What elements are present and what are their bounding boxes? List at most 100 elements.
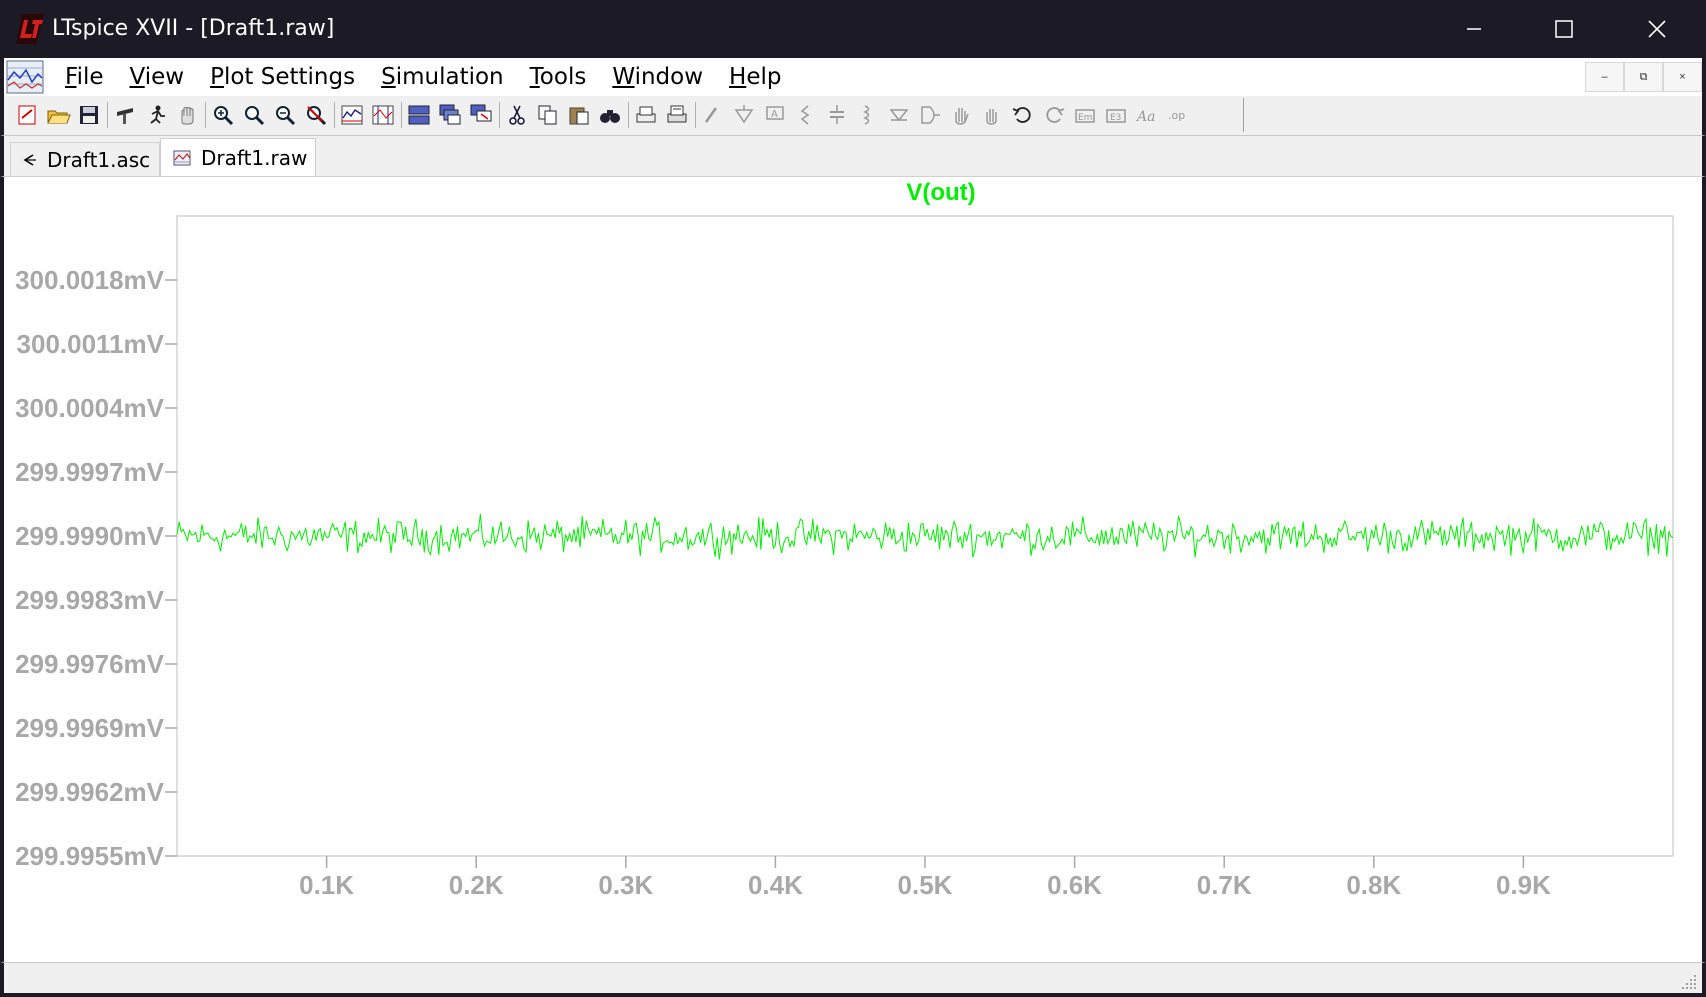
halt-button[interactable] <box>172 100 202 130</box>
diode-icon <box>889 109 909 122</box>
y-tick-label: 299.9983mV <box>15 585 165 615</box>
drag-button[interactable] <box>977 100 1007 130</box>
menu-view[interactable]: View <box>117 64 198 90</box>
inductor-button[interactable] <box>853 100 883 130</box>
maximize-button[interactable] <box>1526 0 1602 58</box>
minimize-icon <box>1467 28 1481 30</box>
halt-icon <box>181 107 194 125</box>
label-net-icon: A <box>766 106 784 120</box>
zoom-in-button[interactable] <box>208 100 238 130</box>
waveform-viewer[interactable]: V(out) 300.0018mV 300.0011mV 300.0004mV 299.… <box>0 176 1706 962</box>
toolbar-buttons: A Em E3 Aa .op <box>12 98 1244 132</box>
y-tick-label: 299.9962mV <box>15 777 165 807</box>
zoom-fit-icon <box>307 106 327 126</box>
zoom-out-button[interactable] <box>270 100 300 130</box>
menu-accelerator: P <box>210 64 224 90</box>
spice-directive-icon: .op <box>1168 109 1185 122</box>
resistor-button[interactable] <box>791 100 821 130</box>
wire-button[interactable] <box>698 100 728 130</box>
cut-button[interactable] <box>502 100 532 130</box>
tile-vertical-button[interactable] <box>466 100 496 130</box>
svg-text:A: A <box>771 109 778 120</box>
x-tick-label: 0.4K <box>748 870 803 900</box>
menu-label-rest: iew <box>144 64 185 90</box>
save-button[interactable] <box>74 100 104 130</box>
rotate-button[interactable]: Em <box>1070 100 1100 130</box>
print-setup-button[interactable] <box>662 100 692 130</box>
autorange-icon <box>341 105 363 125</box>
control-panel-button[interactable] <box>110 100 140 130</box>
tab-draft1-raw[interactable]: Draft1.raw <box>160 138 316 176</box>
menu-help[interactable]: Help <box>716 64 794 90</box>
y-tick-label: 300.0018mV <box>15 265 165 295</box>
redo-button[interactable] <box>1039 100 1069 130</box>
menu-file[interactable]: File <box>52 64 117 90</box>
menu-simulation[interactable]: Simulation <box>368 64 517 90</box>
status-bar <box>0 962 1706 997</box>
component-button[interactable] <box>915 100 945 130</box>
menu-label-rest: lot Settings <box>223 64 356 90</box>
y-tick-label: 300.0011mV <box>17 329 165 359</box>
menu-window[interactable]: Window <box>599 64 716 90</box>
find-button[interactable] <box>595 100 625 130</box>
zoom-fit-button[interactable] <box>301 100 331 130</box>
ltspice-logo-icon <box>16 14 44 44</box>
capacitor-button[interactable] <box>822 100 852 130</box>
cut-icon <box>509 105 525 125</box>
undo-button[interactable] <box>1008 100 1038 130</box>
close-button[interactable] <box>1619 0 1695 58</box>
run-icon <box>150 105 165 124</box>
spice-directive-button[interactable]: .op <box>1163 100 1193 130</box>
tab-strip: Draft1.asc Draft1.raw <box>0 136 1706 176</box>
tile-horizontal-icon <box>408 105 430 125</box>
menu-label-rest: elp <box>746 64 782 90</box>
mdi-minimize-button[interactable]: – <box>1585 62 1624 92</box>
open-icon <box>47 110 71 124</box>
toolbar-separator <box>107 102 108 128</box>
mark-button[interactable] <box>368 100 398 130</box>
waveform-plot[interactable]: V(out) 300.0018mV 300.0011mV 300.0004mV 299.… <box>4 177 1702 963</box>
diode-button[interactable] <box>884 100 914 130</box>
zoom-pan-button[interactable] <box>239 100 269 130</box>
toolbar-separator <box>205 102 206 128</box>
open-button[interactable] <box>43 100 73 130</box>
menu-plot-settings[interactable]: Plot Settings <box>197 64 368 90</box>
menu-label-rest: ile <box>76 64 104 90</box>
rotate-icon: Em <box>1075 109 1095 123</box>
cascade-button[interactable] <box>435 100 465 130</box>
text-button[interactable]: Aa <box>1132 100 1162 130</box>
save-icon <box>80 106 98 124</box>
autorange-button[interactable] <box>337 100 367 130</box>
resize-grip-icon[interactable] <box>1680 973 1698 991</box>
title-bar: LTspice XVII - [Draft1.raw] <box>0 0 1706 58</box>
mdi-restore-button[interactable]: ⧉ <box>1624 62 1663 92</box>
y-tick-label: 299.9990mV <box>15 521 165 551</box>
waveform-window-icon[interactable] <box>6 60 44 94</box>
move-button[interactable] <box>946 100 976 130</box>
tab-label: Draft1.asc <box>47 147 151 172</box>
maximize-icon <box>1555 20 1573 38</box>
ground-button[interactable] <box>729 100 759 130</box>
print-setup-icon <box>667 105 687 123</box>
paste-button[interactable] <box>564 100 594 130</box>
mirror-button[interactable]: E3 <box>1101 100 1131 130</box>
y-tick-label: 299.9997mV <box>15 457 165 487</box>
menu-accelerator: W <box>612 64 635 90</box>
new-schematic-button[interactable] <box>12 100 42 130</box>
run-button[interactable] <box>141 100 171 130</box>
menu-accelerator: T <box>529 64 540 90</box>
copy-button[interactable] <box>533 100 563 130</box>
toolbar: A Em E3 Aa .op <box>0 96 1706 136</box>
menu-tools[interactable]: Tools <box>517 64 600 90</box>
minimize-button[interactable] <box>1436 0 1512 58</box>
print-button[interactable] <box>631 100 661 130</box>
mdi-close-button[interactable]: × <box>1663 62 1702 92</box>
new-schematic-icon <box>18 105 36 125</box>
y-tick-label: 299.9976mV <box>15 649 165 679</box>
label-net-button[interactable]: A <box>760 100 790 130</box>
resistor-icon <box>800 105 810 125</box>
tile-horizontal-button[interactable] <box>404 100 434 130</box>
toolbar-separator <box>334 102 335 128</box>
toolbar-separator <box>401 102 402 128</box>
tab-draft1-asc[interactable]: Draft1.asc <box>10 142 160 176</box>
